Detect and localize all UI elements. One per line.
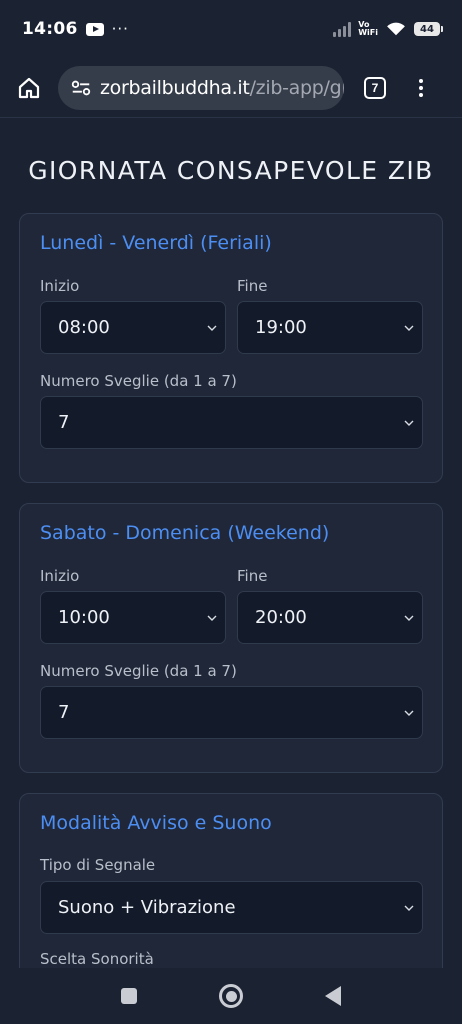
home-circle-icon xyxy=(225,990,237,1002)
battery-level: 44 xyxy=(420,23,434,35)
more-notifications-icon: ··· xyxy=(111,20,129,38)
alert-mode-card: Modalità Avviso e Suono Tipo di Segnale … xyxy=(19,793,443,968)
status-time: 14:06 xyxy=(22,19,78,39)
page-content[interactable]: GIORNATA CONSAPEVOLE ZIB Lunedì - Venerd… xyxy=(0,118,462,968)
home-icon xyxy=(18,77,40,98)
signal-type-value: Suono + Vibrazione xyxy=(58,897,236,918)
address-bar[interactable]: zorbailbuddha.it/zib-app/gio xyxy=(58,65,344,110)
chevron-down-icon xyxy=(207,325,217,331)
menu-dot-icon xyxy=(419,92,423,97)
weekdays-card: Lunedì - Venerdì (Feriali) Inizio 08:00 … xyxy=(19,213,443,483)
vowifi-bottom-text: WiFi xyxy=(358,28,378,37)
weekdays-start-label: Inizio xyxy=(40,277,80,295)
page-title: GIORNATA CONSAPEVOLE ZIB xyxy=(28,156,434,185)
weekend-end-label: Fine xyxy=(237,567,268,585)
weekdays-alarms-value: 7 xyxy=(58,412,70,433)
chevron-down-icon xyxy=(207,615,217,621)
weekend-alarms-label: Numero Sveglie (da 1 a 7) xyxy=(40,662,237,680)
weekend-title: Sabato - Domenica (Weekend) xyxy=(40,522,330,544)
site-settings-icon[interactable] xyxy=(70,77,92,99)
chevron-down-icon xyxy=(404,905,414,911)
browser-toolbar: zorbailbuddha.it/zib-app/gio 7 xyxy=(0,58,462,118)
signal-type-label: Tipo di Segnale xyxy=(40,856,156,874)
browser-menu-button[interactable] xyxy=(416,78,426,97)
weekend-alarms-select[interactable]: 7 xyxy=(40,686,423,739)
back-button[interactable] xyxy=(325,986,341,1006)
url-text: zorbailbuddha.it/zib-app/gio xyxy=(100,77,344,99)
url-domain: zorbailbuddha.it xyxy=(100,76,250,99)
chevron-down-icon xyxy=(404,615,414,621)
weekdays-start-select[interactable]: 08:00 xyxy=(40,301,226,354)
signal-strength-icon xyxy=(333,21,352,37)
sound-choice-label: Scelta Sonorità xyxy=(40,950,154,968)
weekend-start-select[interactable]: 10:00 xyxy=(40,591,226,644)
weekend-start-label: Inizio xyxy=(40,567,80,585)
weekend-start-value: 10:00 xyxy=(58,607,110,628)
weekdays-alarms-label: Numero Sveglie (da 1 a 7) xyxy=(40,372,237,390)
tab-switcher-button[interactable]: 7 xyxy=(364,76,386,99)
battery-icon: 44 xyxy=(414,22,443,36)
menu-dot-icon xyxy=(419,85,423,90)
weekdays-alarms-select[interactable]: 7 xyxy=(40,396,423,449)
system-navigation-bar xyxy=(0,968,462,1024)
weekend-alarms-value: 7 xyxy=(58,702,70,723)
weekend-end-select[interactable]: 20:00 xyxy=(237,591,423,644)
chevron-down-icon xyxy=(404,325,414,331)
youtube-notification-icon xyxy=(85,22,104,36)
home-button[interactable] xyxy=(14,73,44,103)
url-path: /zib-app/gio xyxy=(249,76,344,99)
weekdays-end-select[interactable]: 19:00 xyxy=(237,301,423,354)
weekend-end-value: 20:00 xyxy=(255,607,307,628)
recent-apps-button[interactable] xyxy=(121,988,137,1004)
weekdays-start-value: 08:00 xyxy=(58,317,110,338)
home-nav-button[interactable] xyxy=(219,984,243,1008)
status-indicators: Vo WiFi 44 xyxy=(333,21,443,37)
vowifi-icon: Vo WiFi xyxy=(358,21,378,37)
weekend-card: Sabato - Domenica (Weekend) Inizio 10:00… xyxy=(19,503,443,773)
menu-dot-icon xyxy=(419,78,423,83)
weekdays-end-value: 19:00 xyxy=(255,317,307,338)
status-bar: 14:06 ··· Vo WiFi 44 xyxy=(0,0,462,58)
alert-mode-title: Modalità Avviso e Suono xyxy=(40,812,272,834)
weekdays-end-label: Fine xyxy=(237,277,268,295)
wifi-icon xyxy=(387,22,405,36)
chevron-down-icon xyxy=(404,710,414,716)
signal-type-select[interactable]: Suono + Vibrazione xyxy=(40,881,423,934)
tab-count: 7 xyxy=(371,80,379,95)
chevron-down-icon xyxy=(404,420,414,426)
weekdays-title: Lunedì - Venerdì (Feriali) xyxy=(40,232,272,254)
